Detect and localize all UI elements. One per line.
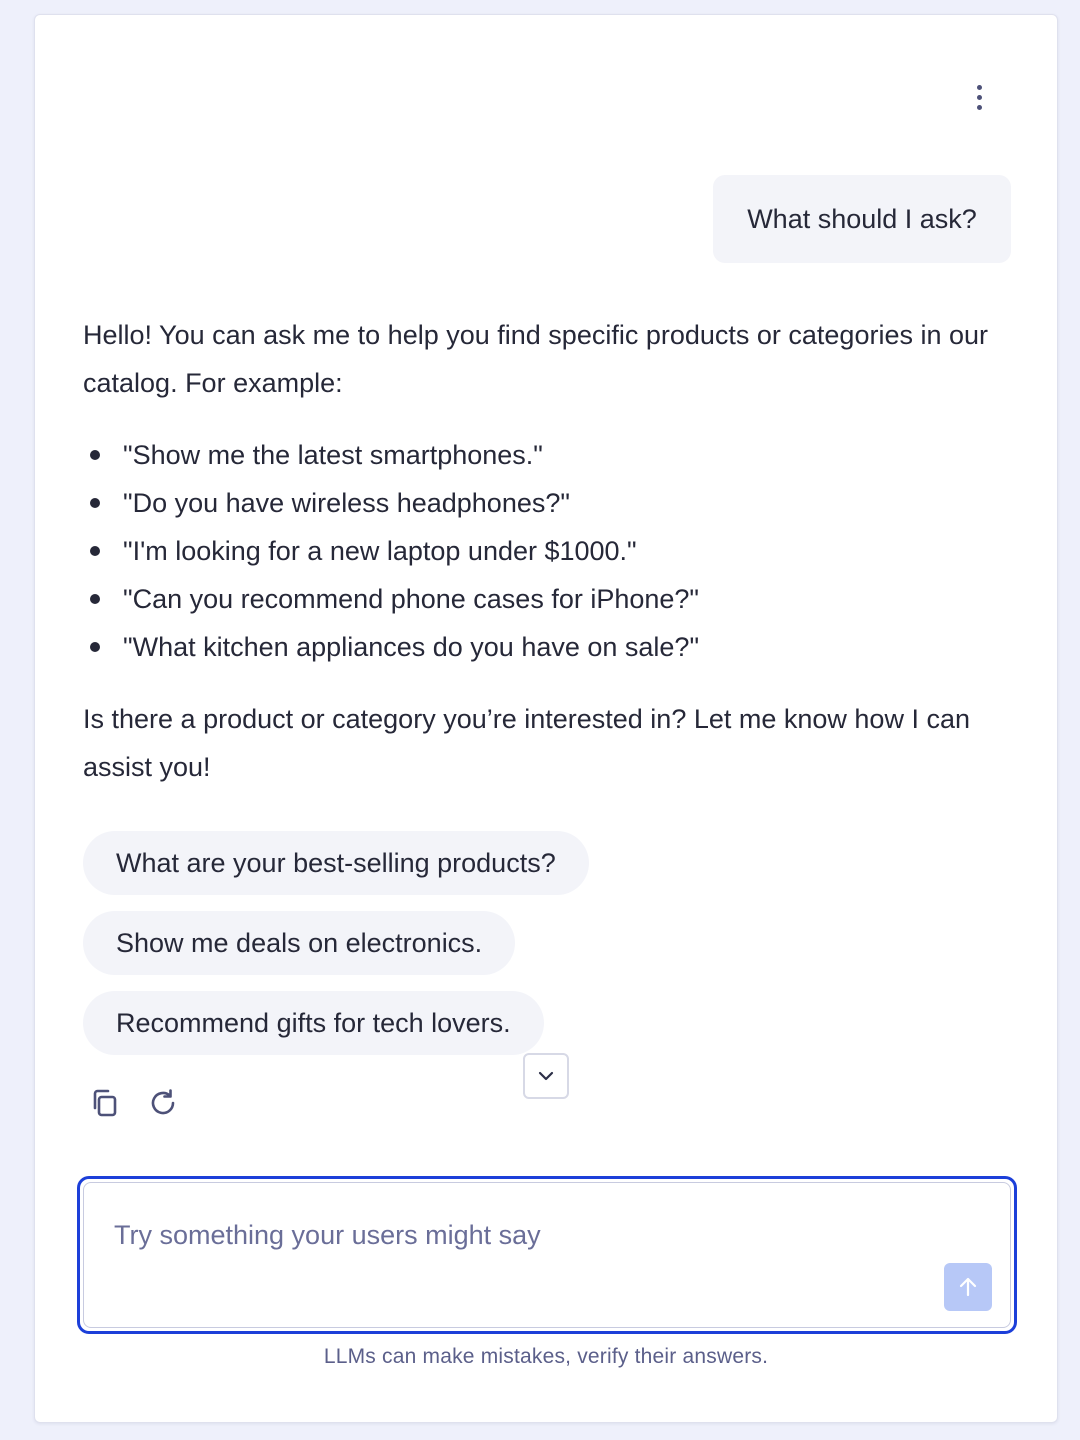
assistant-intro: Hello! You can ask me to help you find s… bbox=[83, 320, 989, 398]
suggestion-chip[interactable]: Recommend gifts for tech lovers. bbox=[83, 991, 544, 1055]
suggestion-chip[interactable]: What are your best-selling products? bbox=[83, 831, 589, 895]
example-item: "Can you recommend phone cases for iPhon… bbox=[90, 575, 1003, 623]
message-composer bbox=[77, 1176, 1017, 1334]
disclaimer-text: LLMs can make mistakes, verify their ans… bbox=[323, 1345, 769, 1368]
more-options-button[interactable] bbox=[965, 77, 993, 117]
copy-icon bbox=[93, 1089, 117, 1117]
more-vertical-icon-dot bbox=[976, 94, 982, 100]
example-item: "Show me the latest smartphones." bbox=[90, 431, 1003, 479]
send-button[interactable] bbox=[944, 1263, 992, 1311]
assistant-message: Hello! You can ask me to help you find s… bbox=[83, 311, 1003, 791]
message-composer-box bbox=[83, 1182, 1011, 1328]
example-list: "Show me the latest smartphones." "Do yo… bbox=[83, 431, 1003, 671]
chat-panel: What should I ask? Hello! You can ask me… bbox=[34, 14, 1058, 1423]
message-input[interactable] bbox=[114, 1217, 934, 1257]
arrow-up-icon bbox=[959, 1277, 977, 1297]
refresh-icon bbox=[151, 1089, 175, 1115]
more-vertical-icon-dot bbox=[976, 104, 982, 110]
suggestion-list: What are your best-selling products? Sho… bbox=[83, 831, 589, 1055]
assistant-outro: Is there a product or category you’re in… bbox=[83, 704, 970, 782]
example-item: "What kitchen appliances do you have on … bbox=[90, 623, 1003, 671]
regenerate-button[interactable] bbox=[145, 1085, 181, 1121]
chevron-down-icon bbox=[538, 1071, 554, 1081]
example-item: "I'm looking for a new laptop under $100… bbox=[90, 527, 1003, 575]
copy-button[interactable] bbox=[87, 1085, 123, 1121]
more-vertical-icon bbox=[976, 84, 982, 90]
suggestion-chip[interactable]: Show me deals on electronics. bbox=[83, 911, 516, 975]
example-item: "Do you have wireless headphones?" bbox=[90, 479, 1003, 527]
user-message-bubble: What should I ask? bbox=[713, 175, 1011, 263]
user-message-text: What should I ask? bbox=[747, 203, 977, 234]
scroll-to-bottom-button[interactable] bbox=[523, 1053, 569, 1099]
